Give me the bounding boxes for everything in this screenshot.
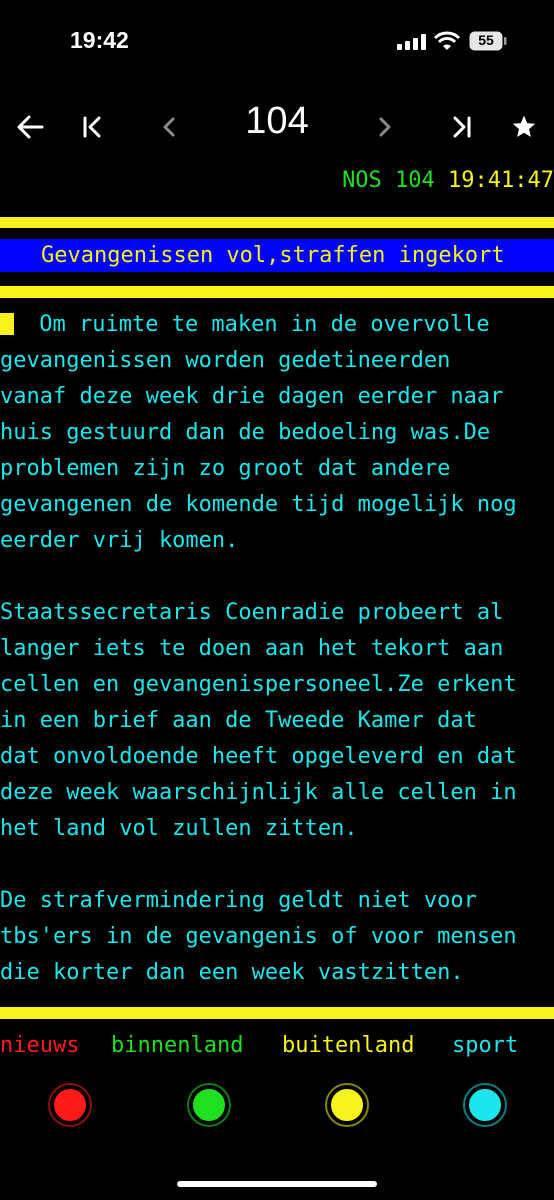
arrow-left-icon (17, 115, 44, 139)
first-page-button[interactable] (74, 96, 110, 158)
battery-icon: 55 (469, 31, 507, 51)
battery-level: 55 (478, 32, 494, 48)
article-line: vanaf deze week drie dagen eerder naar (0, 384, 504, 409)
article-line: eerder vrij komen. (0, 528, 239, 553)
teletext-header: NOS 104 19:41:47 (342, 168, 554, 193)
article-line: die korter dan een week vastzitten. (0, 960, 464, 985)
cyan-button[interactable] (463, 1083, 507, 1127)
divider-bottom (0, 1007, 554, 1019)
last-page-icon (453, 116, 471, 138)
article-line: gevangenissen worden gedetineerden (0, 348, 451, 373)
fastext-link-sport[interactable]: sport (452, 1030, 518, 1062)
chevron-left-icon (163, 117, 175, 137)
chevron-right-icon (379, 117, 391, 137)
article-line: het land vol zullen zitten. (0, 816, 358, 841)
fastext-bar: nieuws binnenland buitenland sport (0, 1030, 554, 1062)
article-line: Staatssecretaris Coenradie probeert al (0, 600, 504, 625)
favorite-button[interactable] (506, 96, 542, 158)
article-line: Om ruimte te maken in de overvolle (0, 307, 554, 343)
page-number-input[interactable]: 104 (200, 100, 354, 143)
next-page-button[interactable] (370, 96, 400, 158)
star-icon (512, 115, 536, 137)
fastext-link-nieuws[interactable]: nieuws (0, 1030, 79, 1062)
back-button[interactable] (10, 96, 50, 158)
last-page-button[interactable] (444, 96, 480, 158)
article-line: cellen en gevangenispersoneel.Ze erkent (0, 672, 517, 697)
cellular-signal-icon (397, 34, 427, 50)
header-clock: 19:41:47 (448, 168, 554, 193)
article-line (0, 847, 554, 883)
article-line (0, 559, 554, 595)
article-line: tbs'ers in de gevangenis of voor mensen (0, 924, 517, 949)
page-headline: Gevangenissen vol,straffen ingekort (0, 239, 554, 272)
red-button[interactable] (48, 1083, 92, 1127)
previous-page-button[interactable] (154, 96, 184, 158)
status-bar: 19:42 55 (0, 0, 554, 80)
article-line: deze week waarschijnlijk alle cellen in (0, 780, 517, 805)
yellow-button[interactable] (325, 1083, 369, 1127)
article-line: De strafvermindering geldt niet voor (0, 888, 477, 913)
fastext-link-buitenland[interactable]: buitenland (282, 1030, 414, 1062)
block-marker (0, 313, 14, 335)
fastext-link-binnenland[interactable]: binnenland (111, 1030, 243, 1062)
wifi-icon (433, 31, 461, 50)
article-line: in een brief aan de Tweede Kamer dat (0, 708, 477, 733)
article-line: dat onvoldoende heeft opgeleverd en dat (0, 744, 517, 769)
green-button[interactable] (187, 1083, 231, 1127)
article-line: problemen zijn zo groot dat andere (0, 456, 451, 481)
first-page-icon (83, 116, 101, 138)
divider-top (0, 217, 554, 228)
home-indicator[interactable] (177, 1181, 377, 1187)
article-line: langer iets te doen aan het tekort aan (0, 636, 504, 661)
color-button-row (0, 1083, 554, 1134)
divider-headline (0, 286, 554, 298)
status-time: 19:42 (70, 27, 129, 53)
article-line: huis gestuurd dan de bedoeling was.De (0, 420, 491, 445)
article-line: gevangenen de komende tijd mogelijk nog (0, 492, 517, 517)
header-source: NOS 104 (342, 168, 435, 193)
article-body: Om ruimte te maken in de overvolle gevan… (0, 307, 554, 991)
